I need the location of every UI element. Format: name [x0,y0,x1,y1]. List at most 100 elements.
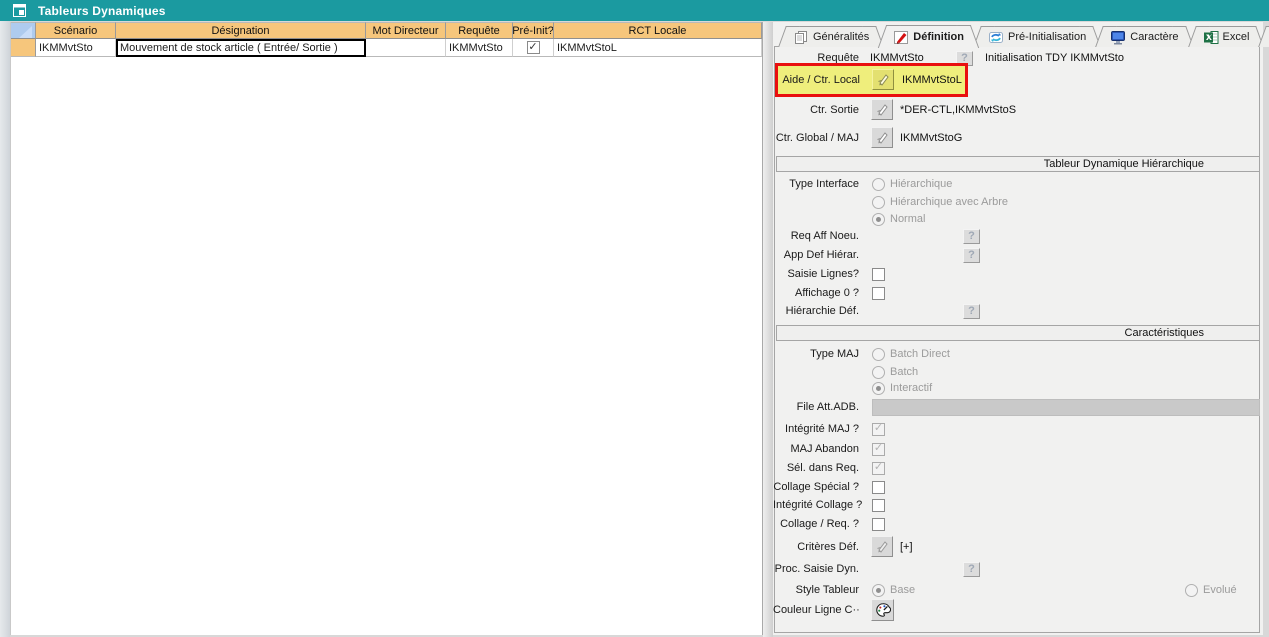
help-button[interactable]: ? [963,248,980,263]
edit-hand-button[interactable] [871,127,893,148]
tab-label: Caractère [1130,31,1178,43]
column-header-designation[interactable]: Désignation [116,22,366,39]
color-picker-button[interactable] [871,599,894,621]
radio-interactif[interactable] [872,382,885,395]
tab-caractere[interactable]: Caractère [1106,26,1182,47]
field-type-interface-option-1: Type Interface Hiérarchique [773,176,1261,192]
field-criteres-def: Critères Déf. [+] [773,536,1261,558]
field-file-att-adb: File Att.ADB. [773,398,1261,416]
field-ctr-sortie: Ctr. Sortie *DER-CTL,IKMMvtStoS [773,99,1261,121]
radio-batch[interactable] [872,366,885,379]
field-type-interface-option-3: Normal [773,211,1261,227]
help-button[interactable]: ? [963,229,980,244]
field-label: Type MAJ [773,348,859,360]
tab-label: Excel [1223,31,1250,43]
radio-base[interactable] [872,584,885,597]
window-icon [13,4,26,17]
field-label: Req Aff Noeu. [773,230,859,242]
saisie-lignes-checkbox[interactable] [872,268,885,281]
edit-hand-button[interactable] [871,99,893,120]
field-label: Collage / Req. ? [773,518,859,530]
red-pen-icon [893,30,909,45]
row-selector-cell[interactable] [11,39,36,57]
field-couleur-ligne: Couleur Ligne C·· [773,598,1261,622]
field-label: Style Tableur [773,584,859,596]
field-style-tableur: Style Tableur Base Evolué [773,582,1261,598]
affichage-0-checkbox[interactable] [872,287,885,300]
radio-evolue[interactable] [1185,584,1198,597]
requete-note: Initialisation TDY IKMMvtSto [985,52,1124,64]
maj-abandon-checkbox[interactable] [872,443,885,456]
sel-dans-req-checkbox[interactable] [872,462,885,475]
edit-hand-button[interactable] [872,69,894,90]
field-label: Critères Déf. [773,541,859,553]
field-maj-abandon: MAJ Abandon [773,441,1261,457]
tab-pre-initialisation[interactable]: Pré-Initialisation [984,26,1090,47]
field-label: Ctr. Sortie [773,104,859,116]
radio-batch-direct[interactable] [872,348,885,361]
radio-label: Batch [890,366,918,378]
field-label: MAJ Abandon [773,443,859,455]
collage-special-checkbox[interactable] [872,481,885,494]
radio-label: Normal [890,213,925,225]
window-title: Tableurs Dynamiques [38,4,166,18]
pre-init-checkbox[interactable] [527,41,540,54]
field-label: Hiérarchie Déf. [773,305,859,317]
tab-generalites[interactable]: Généralités [789,26,873,47]
cell-scenario[interactable]: IKMMvtSto [36,39,116,57]
cell-rct-locale[interactable]: IKMMvtStoL [554,39,762,57]
table-row: IKMMvtSto Mouvement de stock article ( E… [11,39,762,57]
field-label: Type Interface [773,178,859,190]
integrite-collage-checkbox[interactable] [872,499,885,512]
tabstrip: Généralités Définition Pré-Initialisatio… [781,25,1269,47]
tab-label: Généralités [813,31,869,43]
field-collage-special: Collage Spécial ? [773,479,1261,495]
radio-label: Hiérarchique avec Arbre [890,196,1008,208]
radio-normal[interactable] [872,213,885,226]
select-all-corner[interactable] [11,22,36,39]
cell-designation[interactable]: Mouvement de stock article ( Entrée/ Sor… [116,39,366,57]
radio-label: Interactif [890,382,932,394]
field-label: File Att.ADB. [773,401,859,413]
field-label: App Def Hiérar. [773,249,859,261]
ctr-sortie-value[interactable]: *DER-CTL,IKMMvtStoS [900,104,1016,116]
field-label: Ctr. Global / MAJ [773,132,859,144]
help-button[interactable]: ? [963,304,980,319]
grid-header-row: Scénario Désignation Mot Directeur Requê… [11,22,762,39]
column-header-rct-locale[interactable]: RCT Locale [554,22,762,39]
ctr-global-maj-value[interactable]: IKMMvtStoG [900,132,962,144]
section-header-hierarchique: Tableur Dynamique Hiérarchique [776,156,1260,172]
file-att-adb-input[interactable] [872,399,1260,416]
edit-hand-button[interactable] [871,536,893,557]
panel-divider[interactable] [763,22,773,637]
field-hierarchie-def: Hiérarchie Déf. ? [773,303,1261,319]
radio-label: Evolué [1203,584,1237,596]
select-all-triangle-icon [19,26,32,38]
hand-pen-icon [875,102,890,117]
column-header-mot-directeur[interactable]: Mot Directeur [366,22,446,39]
integrite-maj-checkbox[interactable] [872,423,885,436]
column-header-scenario[interactable]: Scénario [36,22,116,39]
field-collage-req: Collage / Req. ? [773,516,1261,532]
radio-hierarchique-avec-arbre[interactable] [872,196,885,209]
aide-ctr-local-value[interactable]: IKMMvtStoL [902,74,962,86]
field-affichage-0: Affichage 0 ? [773,285,1261,301]
field-type-maj-option-1: Type MAJ Batch Direct [773,346,1261,362]
tab-label: Pré-Initialisation [1008,31,1086,43]
tab-definition[interactable]: Définition [889,25,968,48]
cell-mot-directeur[interactable] [366,39,446,57]
column-header-pre-init[interactable]: Pré-Init? [513,22,554,39]
field-ctr-global-maj: Ctr. Global / MAJ IKMMvtStoG [773,127,1261,149]
window-titlebar: Tableurs Dynamiques [0,0,1269,21]
criteres-def-value: [+] [900,541,913,553]
help-button[interactable]: ? [963,562,980,577]
radio-hierarchique[interactable] [872,178,885,191]
tab-excel[interactable]: Excel [1199,26,1254,47]
cell-requete[interactable]: IKMMvtSto [446,39,513,57]
column-header-requete[interactable]: Requête [446,22,513,39]
section-header-caracteristiques: Caractéristiques [776,325,1260,341]
palette-icon [875,602,891,618]
field-sel-dans-req: Sél. dans Req. [773,460,1261,476]
section-title: Caractéristiques [1125,327,1204,339]
collage-req-checkbox[interactable] [872,518,885,531]
